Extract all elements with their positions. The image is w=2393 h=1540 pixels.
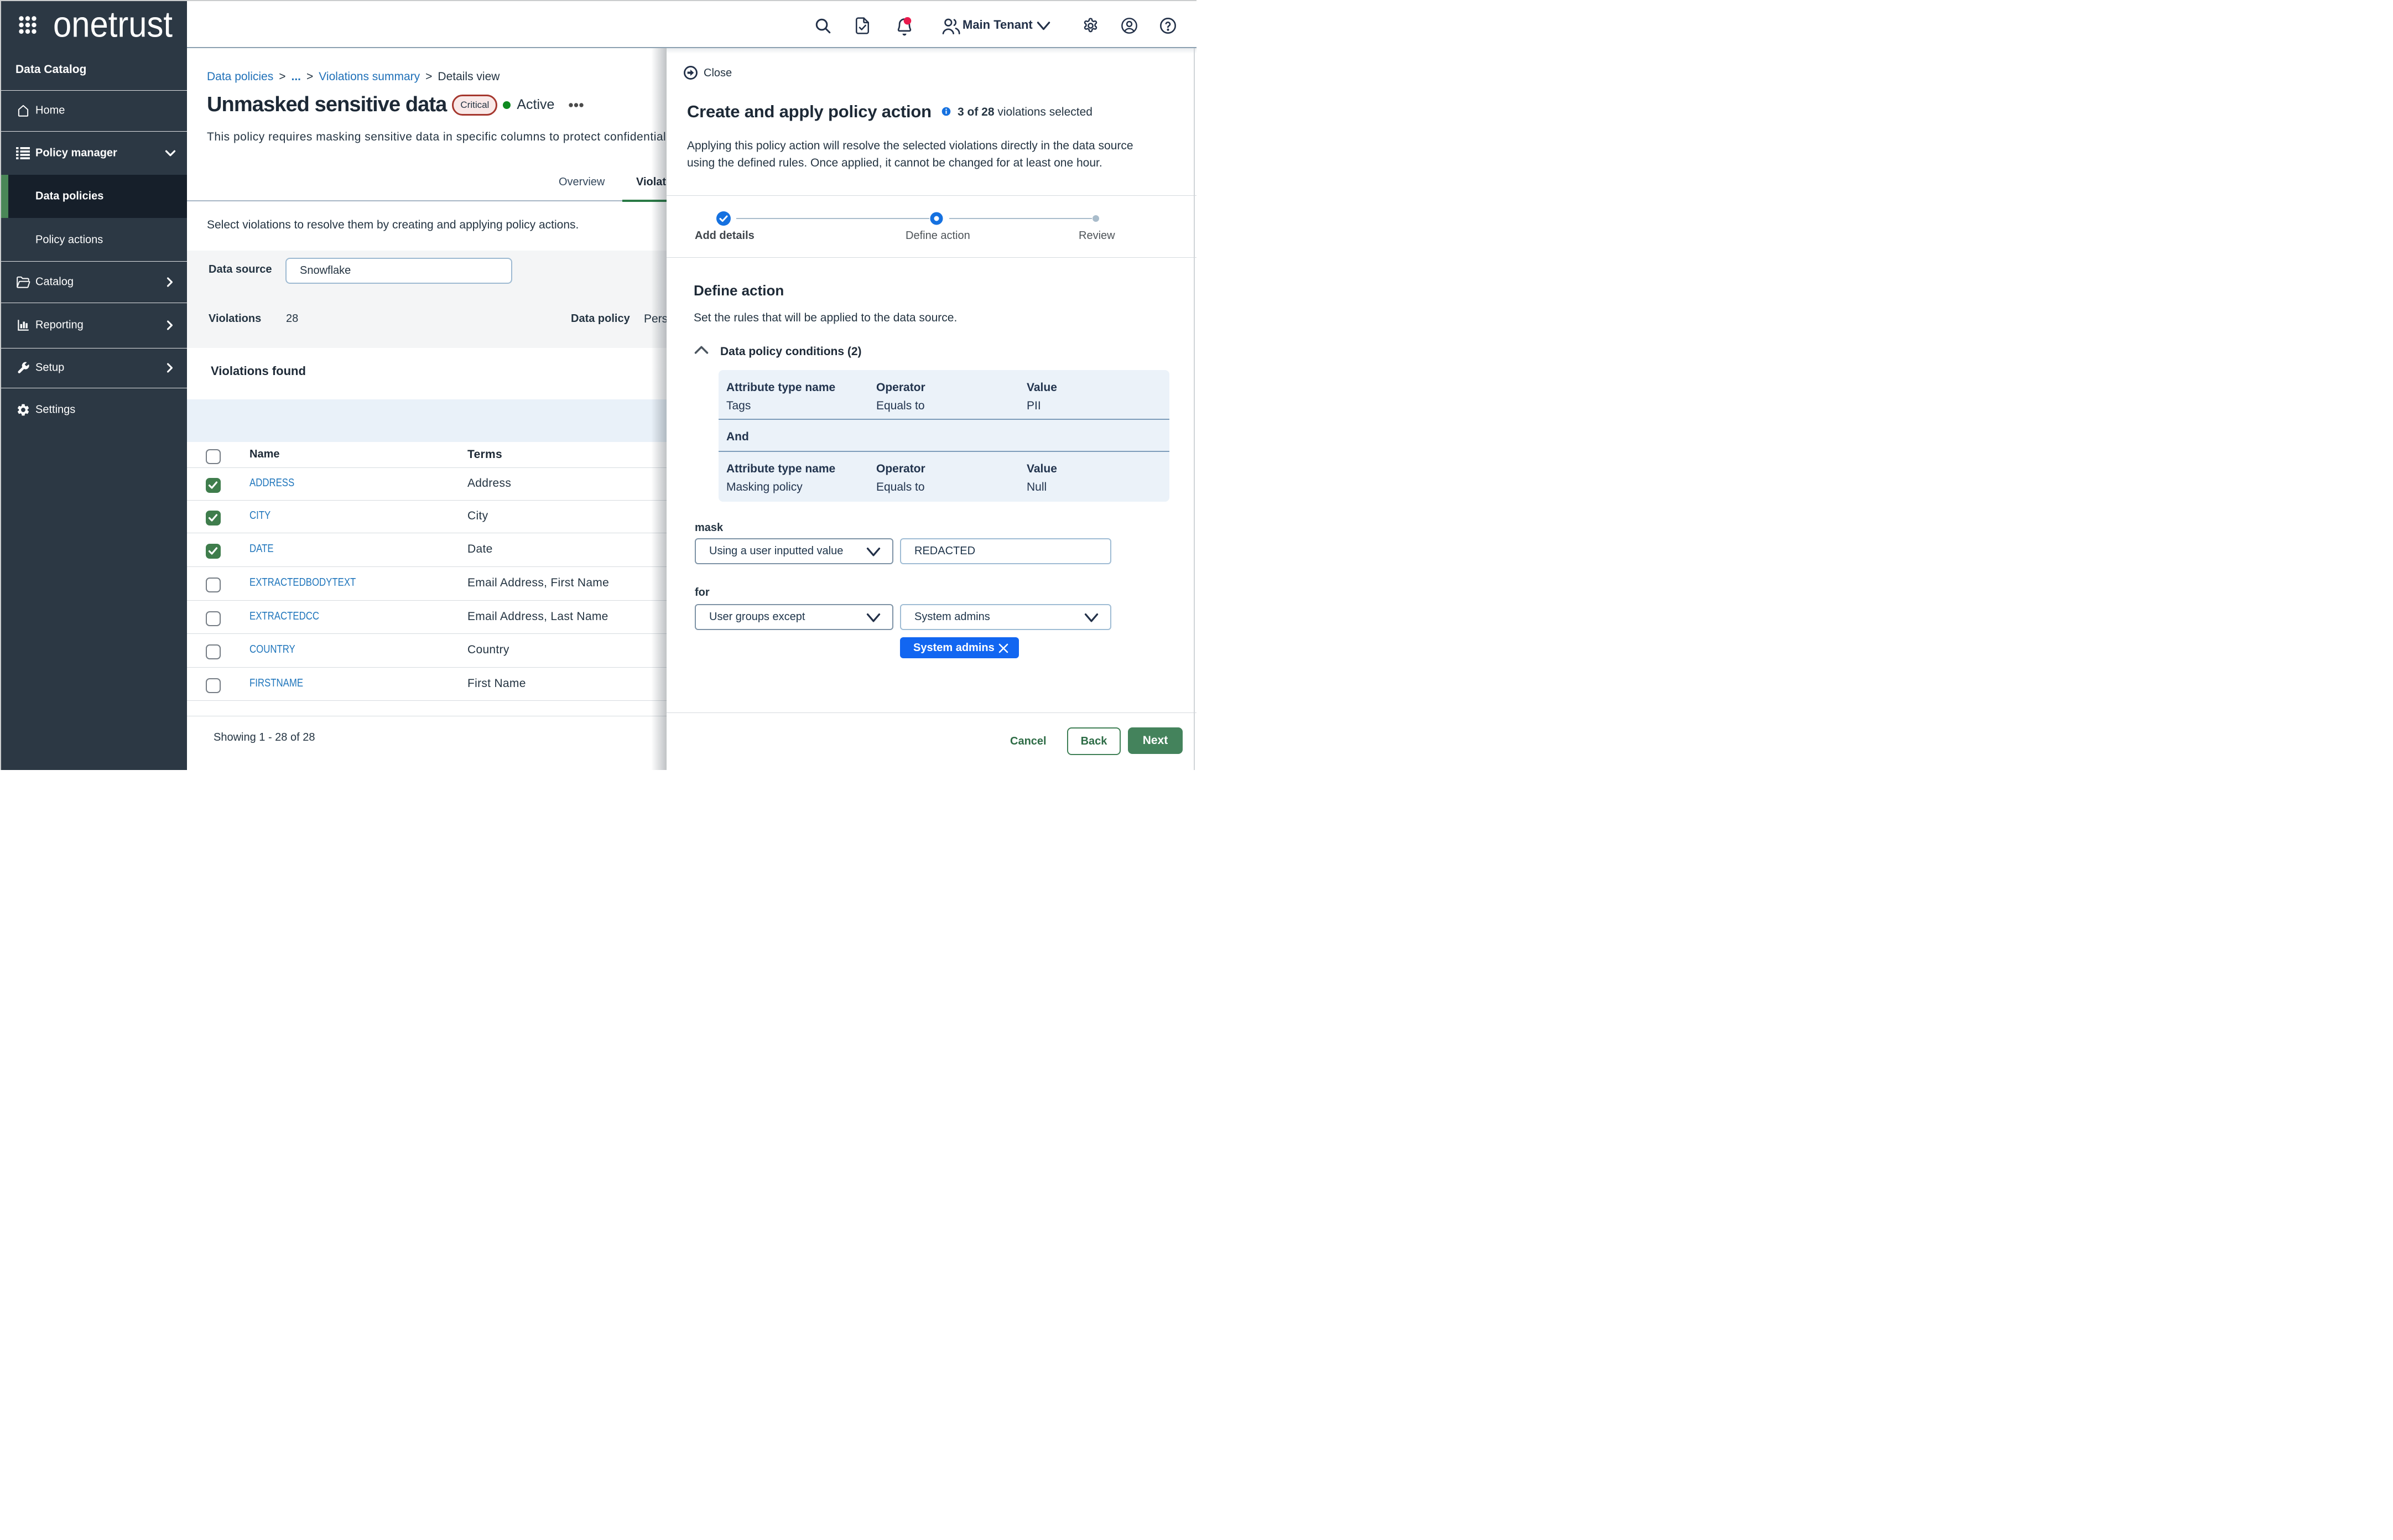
- svg-text:onetrust: onetrust: [53, 6, 173, 43]
